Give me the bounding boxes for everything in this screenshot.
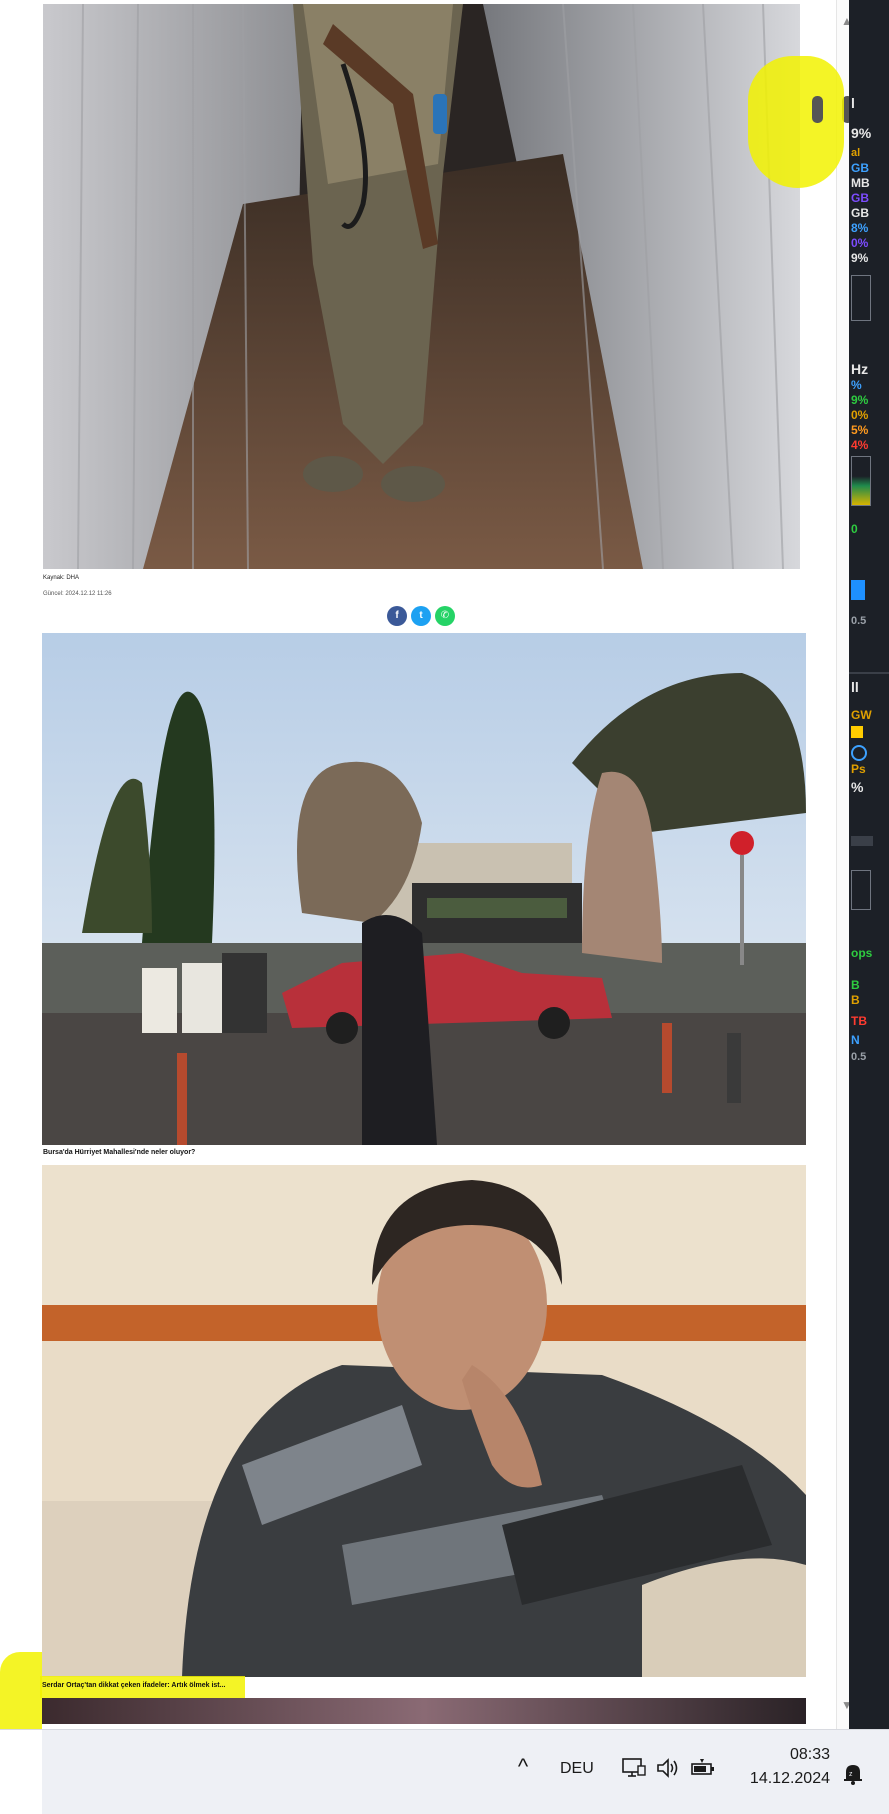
monitor-pct-0: 0% xyxy=(851,236,869,250)
monitor-low-1: ll xyxy=(851,679,859,695)
monitor-bottom-6: 0.5 xyxy=(851,1051,867,1063)
monitor-mid-3: 0% xyxy=(851,408,869,422)
monitor-mid-2: 9% xyxy=(851,393,869,407)
monitor-bar xyxy=(851,836,873,846)
twitter-share-button[interactable]: t xyxy=(411,606,431,626)
monitor-mid-5: 4% xyxy=(851,438,869,452)
monitor-value-a: 0 xyxy=(851,522,858,536)
monitor-color-block xyxy=(851,726,863,738)
windows-taskbar: ^ DEU 08:33 14.12.2024 z xyxy=(0,1729,889,1814)
browser-page: Kaynak: DHA Güncel: 2024.12.12 11:26 f t… xyxy=(0,0,836,1729)
monitor-bottom-2: B xyxy=(851,978,860,992)
monitor-label: l xyxy=(851,95,855,111)
monitor-bottom-3: B xyxy=(851,993,860,1007)
twitter-icon: t xyxy=(419,610,423,621)
svg-text:z: z xyxy=(849,1771,853,1778)
monitor-bottom-5: N xyxy=(851,1033,860,1047)
monitor-pct-9: 9% xyxy=(851,251,869,265)
updated-timestamp: Güncel: 2024.12.12 11:26 xyxy=(43,591,112,597)
monitor-bottom-1: ops xyxy=(851,946,873,960)
volume-icon[interactable] xyxy=(656,1757,680,1779)
monitor-graph-box xyxy=(851,275,871,321)
monitor-divider xyxy=(849,672,889,674)
monitor-gb-2: GB xyxy=(851,191,869,205)
clock-date[interactable]: 14.12.2024 xyxy=(732,1770,830,1788)
related-article-title-serdar[interactable]: Serdar Ortaç'tan dikkat çeken ifadeler: … xyxy=(42,1681,225,1690)
monitor-low-2: GW xyxy=(851,708,872,722)
monitor-circle-icon xyxy=(851,745,867,761)
photo-source-label: Kaynak: DHA xyxy=(43,575,80,581)
monitor-mid-1: % xyxy=(851,378,862,392)
monitor-mb: MB xyxy=(851,176,870,190)
monitor-hz: Hz xyxy=(851,361,869,377)
windows-widget-icon xyxy=(851,580,865,600)
monitor-graph-box-3 xyxy=(851,870,871,910)
monitor-bottom-4: TB xyxy=(851,1014,867,1028)
related-article-image-street[interactable] xyxy=(42,633,806,1145)
whatsapp-icon: ✆ xyxy=(440,610,450,621)
facebook-icon: f xyxy=(395,610,399,621)
related-article-image-partial[interactable] xyxy=(42,1698,806,1724)
input-language-indicator[interactable]: DEU xyxy=(560,1760,594,1778)
system-monitor-widget: l 9% al GB MB GB GB 8% 0% 9% Hz % 9% 0% … xyxy=(849,0,889,1729)
taskbar-left-gap xyxy=(0,1730,42,1814)
monitor-mid-4: 5% xyxy=(851,423,869,437)
related-article-image-portrait[interactable] xyxy=(42,1165,806,1677)
monitor-gb-3: GB xyxy=(851,206,869,220)
scroll-thumb-visible[interactable] xyxy=(812,96,823,123)
notification-bell-icon[interactable]: z xyxy=(842,1762,864,1786)
monitor-ram-gb: GB xyxy=(851,161,869,175)
monitor-low-4: % xyxy=(851,779,864,795)
article-photo-soldier-trench xyxy=(43,4,800,569)
monitor-low-3: Ps xyxy=(851,762,866,776)
show-hidden-icons-chevron-icon[interactable]: ^ xyxy=(510,1754,536,1784)
monitor-value-b: 0.5 xyxy=(851,615,867,627)
highlight-mark-scrollbar xyxy=(748,56,844,188)
related-article-title-bursa[interactable]: Bursa'da Hürriyet Mahallesi'nde neler ol… xyxy=(43,1148,195,1157)
network-icon[interactable] xyxy=(622,1757,646,1779)
monitor-pct-8: 8% xyxy=(851,221,869,235)
monitor-cpu-value: 9% xyxy=(851,125,872,141)
clock-time[interactable]: 08:33 xyxy=(742,1746,830,1764)
highlight-mark-bottom-left xyxy=(0,1652,42,1729)
monitor-label-al: al xyxy=(851,147,861,159)
monitor-graph-box-2 xyxy=(851,456,871,506)
battery-icon[interactable] xyxy=(690,1757,716,1779)
whatsapp-share-button[interactable]: ✆ xyxy=(435,606,455,626)
facebook-share-button[interactable]: f xyxy=(387,606,407,626)
